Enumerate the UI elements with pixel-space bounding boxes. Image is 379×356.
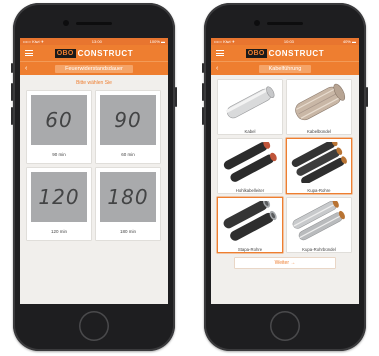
- status-bar: ••••○ Kiwi ✈ 10:03 40% ▬: [211, 38, 359, 45]
- brand-logo: OBO CONSTRUCT: [245, 48, 325, 58]
- duration-caption: 120 min: [50, 228, 67, 234]
- duration-tile-90[interactable]: 90 60 min: [96, 91, 160, 163]
- brand-name: CONSTRUCT: [77, 48, 134, 58]
- back-arrow-icon[interactable]: ‹: [216, 65, 218, 72]
- duration-tile-180[interactable]: 180 180 min: [96, 168, 160, 240]
- brand-obo-mark: OBO: [54, 48, 76, 58]
- page-title: Feuerwiderstandsdauer: [55, 64, 133, 73]
- duration-value-box: 180: [100, 172, 156, 222]
- duration-caption: 90 min: [52, 151, 66, 157]
- carrier-signal: ••••○ Kiwi ✈: [214, 39, 235, 44]
- phone-left: ••••○ Kiwi ✈ 13:00 100% ▬ OBO CONSTRUCT …: [11, 3, 177, 351]
- clock: 10:03: [283, 39, 294, 44]
- clock: 13:00: [91, 39, 102, 44]
- duration-value-box: 120: [31, 172, 87, 222]
- volume-down-button: [202, 107, 204, 125]
- section-header: ‹ Kabelführung: [211, 61, 359, 75]
- volume-up-button: [11, 83, 13, 101]
- duration-tile-60[interactable]: 60 90 min: [27, 91, 91, 163]
- cable-type-tile-kupa-rohrbuendel[interactable]: Kupa-Rohrbündel: [287, 198, 351, 252]
- duration-number: 180: [107, 185, 149, 209]
- front-camera: [254, 20, 260, 26]
- steel-pipe-icon: [221, 198, 279, 247]
- cable-type-caption: Kupa-Rohre: [307, 188, 331, 193]
- back-arrow-icon[interactable]: ‹: [25, 65, 27, 72]
- duration-caption: 60 min: [121, 151, 135, 157]
- front-camera: [63, 20, 69, 26]
- home-button[interactable]: [79, 311, 109, 341]
- duration-grid: 60 90 min 90 60 min 120 120 min 180 180 …: [20, 86, 168, 240]
- menu-icon[interactable]: [216, 50, 224, 56]
- brand-name: CONSTRUCT: [268, 48, 325, 58]
- cable-type-tile-kupa-rohre[interactable]: Kupa-Rohre: [287, 138, 351, 193]
- carrier-signal: ••••○ Kiwi ✈: [23, 39, 44, 44]
- mute-switch: [202, 63, 204, 73]
- home-button[interactable]: [270, 311, 300, 341]
- volume-up-button: [202, 83, 204, 101]
- duration-number: 60: [45, 108, 73, 132]
- status-bar: ••••○ Kiwi ✈ 13:00 100% ▬: [20, 38, 168, 45]
- menu-icon[interactable]: [25, 50, 33, 56]
- cable-type-caption: Stapa-Rohre: [237, 247, 263, 252]
- phone-right: ••••○ Kiwi ✈ 10:03 40% ▬ OBO CONSTRUCT ‹…: [202, 3, 368, 351]
- app-bar: OBO CONSTRUCT: [20, 45, 168, 61]
- copper-pipe-icon: [290, 138, 348, 188]
- duration-caption: 180 min: [119, 228, 136, 234]
- cable-type-tile-kabelbuendel[interactable]: Kabelbündel: [287, 80, 351, 134]
- cable-icon: [221, 83, 279, 129]
- mute-switch: [11, 63, 13, 73]
- app-bar: OBO CONSTRUCT: [211, 45, 359, 61]
- duration-value-box: 90: [100, 95, 156, 145]
- volume-down-button: [11, 107, 13, 125]
- power-button: [366, 87, 368, 107]
- cable-type-caption: Kabelbündel: [307, 129, 331, 134]
- battery-indicator: 40% ▬: [342, 39, 356, 44]
- earpiece: [76, 22, 112, 25]
- screen-fire-duration: ••••○ Kiwi ✈ 13:00 100% ▬ OBO CONSTRUCT …: [20, 38, 168, 304]
- brand-logo: OBO CONSTRUCT: [54, 48, 134, 58]
- duration-tile-120[interactable]: 120 120 min: [27, 168, 91, 240]
- duration-number: 120: [38, 185, 80, 209]
- next-button[interactable]: Weiter →: [235, 258, 335, 268]
- cable-bundle-icon: [290, 83, 348, 129]
- cable-type-caption: Hohlkabelleiter: [235, 188, 265, 193]
- copper-pipe-bundle-icon: [290, 199, 348, 247]
- cable-type-caption: Kupa-Rohrbündel: [302, 247, 336, 252]
- battery-indicator: 100% ▬: [149, 39, 165, 44]
- page-title: Kabelführung: [258, 64, 312, 73]
- power-button: [175, 87, 177, 107]
- cable-type-tile-stapa-rohre[interactable]: Stapa-Rohre: [218, 198, 282, 252]
- screen-cable-routing: ••••○ Kiwi ✈ 10:03 40% ▬ OBO CONSTRUCT ‹…: [211, 38, 359, 304]
- duration-number: 90: [114, 108, 142, 132]
- cable-type-caption: Kabel: [244, 129, 256, 134]
- cable-type-tile-kabel[interactable]: Kabel: [218, 80, 282, 134]
- earpiece: [267, 22, 303, 25]
- brand-obo-mark: OBO: [245, 48, 267, 58]
- hollow-conductor-icon: [221, 140, 279, 188]
- duration-value-box: 60: [31, 95, 87, 145]
- section-header: ‹ Feuerwiderstandsdauer: [20, 61, 168, 75]
- cable-type-tile-hohlkabelleiter[interactable]: Hohlkabelleiter: [218, 139, 282, 193]
- cable-type-grid: Kabel Kabelbündel Hohlkabelleiter Kupa-R…: [211, 75, 359, 252]
